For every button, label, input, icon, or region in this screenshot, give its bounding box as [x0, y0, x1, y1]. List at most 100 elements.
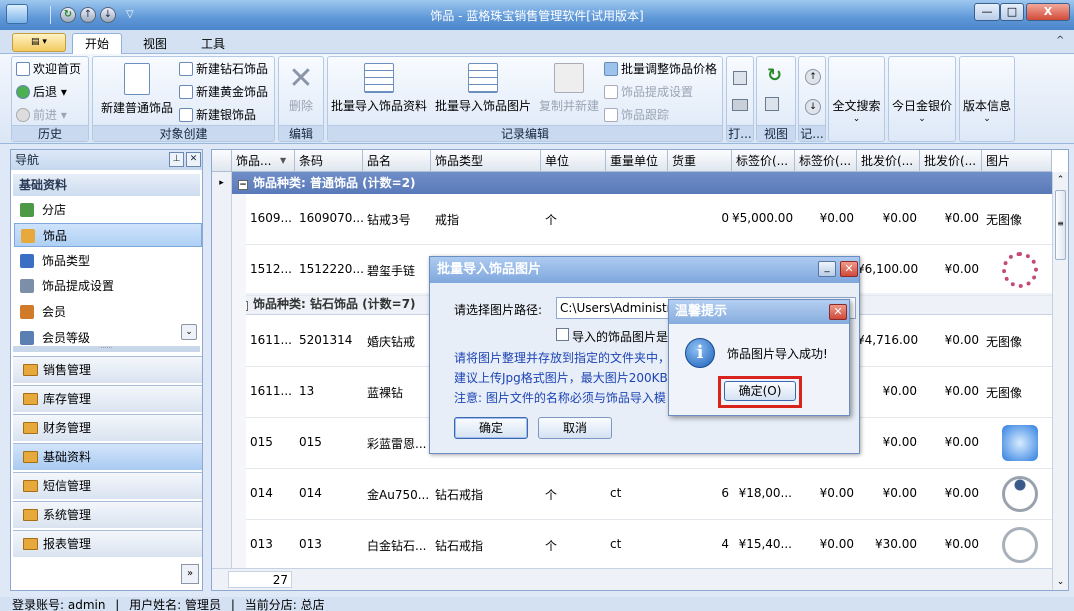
close-button[interactable]: X — [1026, 3, 1070, 21]
cell-type[interactable]: 戒指 — [431, 211, 541, 228]
tab-view[interactable]: 视图 — [130, 33, 180, 54]
cell-weight[interactable]: 6 — [668, 486, 732, 500]
nav-item-1[interactable]: 饰品 — [14, 223, 202, 247]
scroll-down-icon[interactable]: ⌄ — [1053, 574, 1068, 590]
new-gold-item-button[interactable]: 新建黄金饰品 — [179, 82, 268, 102]
group-row-normal[interactable]: − 饰品种类: 普通饰品 (计数=2) — [232, 172, 1068, 194]
home-button[interactable]: 欢迎首页 — [16, 59, 81, 79]
cell-type[interactable]: 钻石戒指 — [431, 537, 541, 554]
nav-category-3[interactable]: 基础资料 — [13, 443, 202, 470]
nav-item-0[interactable]: 分店 — [14, 198, 202, 222]
pin-icon[interactable]: ⊥ — [169, 152, 184, 167]
cell-code[interactable]: 014 — [246, 486, 295, 500]
vertical-scrollbar[interactable]: ⌃ ≡ ⌄ — [1052, 172, 1068, 590]
commission-setting-button[interactable]: 饰品提成设置 — [604, 82, 693, 102]
copy-new-button[interactable]: 复制并新建 — [534, 63, 604, 114]
cell-unit[interactable]: 个 — [541, 486, 606, 503]
sort-descending-icon[interactable]: ▼ — [280, 156, 286, 165]
column-header-4[interactable]: 单位 — [541, 150, 606, 172]
column-header-6[interactable]: 货重 — [668, 150, 732, 172]
cell-ws2[interactable]: ¥0.00 — [920, 537, 982, 551]
scroll-thumb[interactable]: ≡ — [1055, 190, 1066, 260]
column-header-8[interactable]: 标签价(... — [795, 150, 857, 172]
cell-name[interactable]: 碧玺手链 — [363, 262, 431, 279]
nav-item-4[interactable]: 会员 — [14, 300, 202, 324]
cell-ws2[interactable]: ¥0.00 — [920, 435, 982, 449]
item-tracking-button[interactable]: 饰品跟踪 — [604, 105, 669, 125]
cell-name[interactable]: 白金钻石... — [363, 537, 431, 554]
cell-code[interactable]: 1609... — [246, 211, 295, 225]
nav-category-0[interactable]: 销售管理 — [13, 356, 202, 383]
cell-barcode[interactable]: 1512220... — [295, 262, 363, 276]
new-diamond-item-button[interactable]: 新建钻石饰品 — [179, 59, 268, 79]
cell-tag1[interactable]: ¥18,00... — [732, 486, 795, 500]
column-header-9[interactable]: 批发价(... — [857, 150, 920, 172]
column-header-2[interactable]: 品名 — [363, 150, 431, 172]
cell-barcode[interactable]: 014 — [295, 486, 363, 500]
close-alert-button[interactable]: ✕ — [829, 304, 847, 320]
tab-start[interactable]: 开始 — [72, 33, 123, 54]
nav-category-4[interactable]: 短信管理 — [13, 472, 202, 499]
close-dialog-button[interactable]: ✕ — [840, 261, 858, 277]
gold-price-button[interactable]: 今日金银价 ⌄ — [889, 97, 955, 124]
cell-ws2[interactable]: ¥0.00 — [920, 486, 982, 500]
minimize-button[interactable]: — — [974, 3, 1000, 21]
minimize-dialog-button[interactable]: _ — [818, 261, 836, 277]
cell-ws2[interactable]: ¥0.00 — [920, 333, 982, 347]
nav-category-6[interactable]: 报表管理 — [13, 530, 202, 557]
cell-barcode[interactable]: 13 — [295, 384, 363, 398]
cell-barcode[interactable]: 5201314 — [295, 333, 363, 347]
cell-ws1[interactable]: ¥0.00 — [857, 211, 920, 225]
maximize-button[interactable]: □ — [1000, 3, 1024, 21]
splitter-handle[interactable]: ······ — [13, 346, 200, 352]
cell-tag2[interactable]: ¥0.00 — [795, 211, 857, 225]
scroll-up-icon[interactable]: ⌃ — [1053, 172, 1068, 188]
cell-ws1[interactable]: ¥30.00 — [857, 537, 920, 551]
cell-ws1[interactable]: ¥0.00 — [857, 384, 920, 398]
cell-tag1[interactable]: ¥5,000.00 — [732, 211, 795, 225]
version-info-button[interactable]: 版本信息 ⌄ — [960, 97, 1014, 124]
column-header-1[interactable]: 条码 — [295, 150, 363, 172]
layout-icon[interactable] — [765, 97, 779, 111]
printer-icon[interactable] — [732, 99, 748, 111]
cell-ws1[interactable]: ¥0.00 — [857, 435, 920, 449]
nav-more-button[interactable]: » — [181, 564, 199, 584]
cell-ws2[interactable]: ¥0.00 — [920, 262, 982, 276]
cell-ws2[interactable]: ¥0.00 — [920, 211, 982, 225]
column-header-11[interactable]: 图片 — [982, 150, 1052, 172]
cell-unit[interactable]: 个 — [541, 211, 606, 228]
cell-type[interactable]: 钻石戒指 — [431, 486, 541, 503]
import-images-button[interactable]: 批量导入饰品图片 — [432, 63, 534, 114]
cell-weight[interactable]: 4 — [668, 537, 732, 551]
cell-code[interactable]: 015 — [246, 435, 295, 449]
cell-name[interactable]: 彩蓝雷恩... — [363, 435, 431, 452]
fulltext-search-button[interactable]: 全文搜索 ⌄ — [829, 97, 884, 124]
close-nav-icon[interactable]: ✕ — [186, 152, 201, 167]
cell-img[interactable]: 无图像 — [982, 333, 1052, 350]
cell-ws2[interactable]: ¥0.00 — [920, 384, 982, 398]
nav-category-2[interactable]: 财务管理 — [13, 414, 202, 441]
nav-item-2[interactable]: 饰品类型 — [14, 249, 202, 273]
cell-code[interactable]: 013 — [246, 537, 295, 551]
cell-tag2[interactable]: ¥0.00 — [795, 486, 857, 500]
new-silver-item-button[interactable]: 新建银饰品 — [179, 105, 256, 125]
cell-img[interactable]: 无图像 — [982, 211, 1052, 228]
cell-ws1[interactable]: ¥4,716.00 — [857, 333, 920, 347]
cell-name[interactable]: 钻戒3号 — [363, 211, 431, 228]
adjust-price-button[interactable]: 批量调整饰品价格 — [604, 59, 717, 79]
delete-button[interactable]: ✕ 删除 — [279, 63, 323, 114]
back-button[interactable]: 后退 ▾ — [16, 82, 67, 102]
import-items-button[interactable]: 批量导入饰品资料 — [328, 63, 430, 114]
print-list-icon[interactable] — [733, 71, 747, 85]
column-header-7[interactable]: 标签价(... — [732, 150, 795, 172]
forward-button[interactable]: 前进 ▾ — [16, 105, 67, 125]
cell-ws1[interactable]: ¥6,100.00 — [857, 262, 920, 276]
nav-scroll-down-icon[interactable]: ⌄ — [181, 324, 197, 340]
cell-img[interactable]: 无图像 — [982, 384, 1052, 401]
cell-unit[interactable]: 个 — [541, 537, 606, 554]
alert-ok-button[interactable]: 确定(O) — [724, 381, 796, 401]
cell-tag2[interactable]: ¥0.00 — [795, 537, 857, 551]
cell-code[interactable]: 1512... — [246, 262, 295, 276]
overwrite-checkbox[interactable] — [556, 328, 569, 341]
new-normal-item-button[interactable]: 新建普通饰品 — [97, 63, 177, 116]
